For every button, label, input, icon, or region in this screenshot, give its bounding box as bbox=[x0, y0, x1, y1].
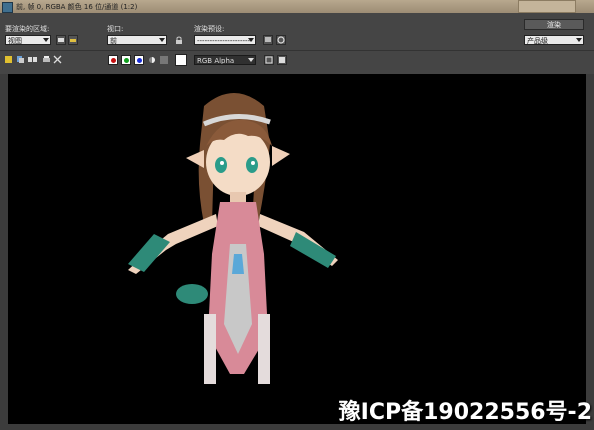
viewport-label: 视口: bbox=[107, 25, 124, 33]
toggle-ui-icon[interactable] bbox=[277, 55, 287, 65]
render-preset-value: ------------------------ bbox=[197, 37, 253, 45]
auto-region-icon[interactable] bbox=[68, 35, 78, 45]
clone-window-icon[interactable] bbox=[28, 55, 38, 64]
environment-icon[interactable] bbox=[276, 35, 286, 45]
chevron-down-icon bbox=[159, 38, 165, 42]
area-to-render-label: 要渲染的区域: bbox=[5, 25, 50, 33]
red-channel-toggle[interactable] bbox=[108, 55, 118, 65]
red-channel-icon bbox=[111, 58, 116, 63]
alpha-channel-icon[interactable] bbox=[148, 56, 156, 64]
window-title: 前, 帧 0, RGBA 颜色 16 位/通道 (1:2) bbox=[16, 3, 138, 11]
chevron-down-icon bbox=[576, 38, 582, 42]
render-button[interactable]: 渲染 bbox=[524, 19, 584, 30]
render-preset-dropdown[interactable]: ------------------------ bbox=[194, 35, 256, 45]
edit-region-icon[interactable] bbox=[56, 35, 66, 45]
chevron-down-icon bbox=[43, 38, 49, 42]
rendered-image-viewport[interactable] bbox=[8, 74, 586, 424]
area-to-render-value: 视图 bbox=[8, 37, 22, 45]
copy-image-icon[interactable] bbox=[16, 55, 25, 64]
toolbar-divider bbox=[0, 50, 594, 51]
rendered-character-image bbox=[128, 93, 338, 384]
chevron-down-icon bbox=[248, 58, 254, 62]
render-frame-toolbar: 要渲染的区域: 视口: 渲染预设: 视图 前 -----------------… bbox=[0, 13, 594, 75]
toggle-ui-overlay-icon[interactable] bbox=[264, 55, 274, 65]
render-setup-icon[interactable] bbox=[263, 35, 273, 45]
blue-channel-toggle[interactable] bbox=[134, 55, 144, 65]
window-controls[interactable] bbox=[518, 0, 576, 13]
green-channel-icon bbox=[124, 58, 129, 63]
blue-channel-icon bbox=[137, 58, 142, 63]
lock-icon[interactable] bbox=[175, 36, 183, 44]
monochrome-icon[interactable] bbox=[160, 56, 168, 64]
title-bar: 前, 帧 0, RGBA 颜色 16 位/通道 (1:2) bbox=[0, 0, 594, 13]
watermark-text: 豫ICP备19022556号-2 bbox=[338, 400, 592, 425]
viewport-value: 前 bbox=[110, 37, 117, 45]
display-channel-value: RGB Alpha bbox=[197, 57, 235, 65]
render-mode-value: 产品级 bbox=[527, 37, 548, 45]
app-icon bbox=[2, 2, 13, 13]
color-swatch[interactable] bbox=[175, 54, 187, 66]
print-icon[interactable] bbox=[42, 55, 51, 64]
save-image-icon[interactable] bbox=[4, 55, 13, 64]
render-mode-dropdown[interactable]: 产品级 bbox=[524, 35, 584, 45]
render-preset-label: 渲染预设: bbox=[194, 25, 225, 33]
display-channel-dropdown[interactable]: RGB Alpha bbox=[194, 55, 256, 65]
clear-icon[interactable] bbox=[53, 55, 62, 64]
green-channel-toggle[interactable] bbox=[121, 55, 131, 65]
chevron-down-icon bbox=[248, 38, 254, 42]
area-to-render-dropdown[interactable]: 视图 bbox=[5, 35, 51, 45]
viewport-dropdown[interactable]: 前 bbox=[107, 35, 167, 45]
